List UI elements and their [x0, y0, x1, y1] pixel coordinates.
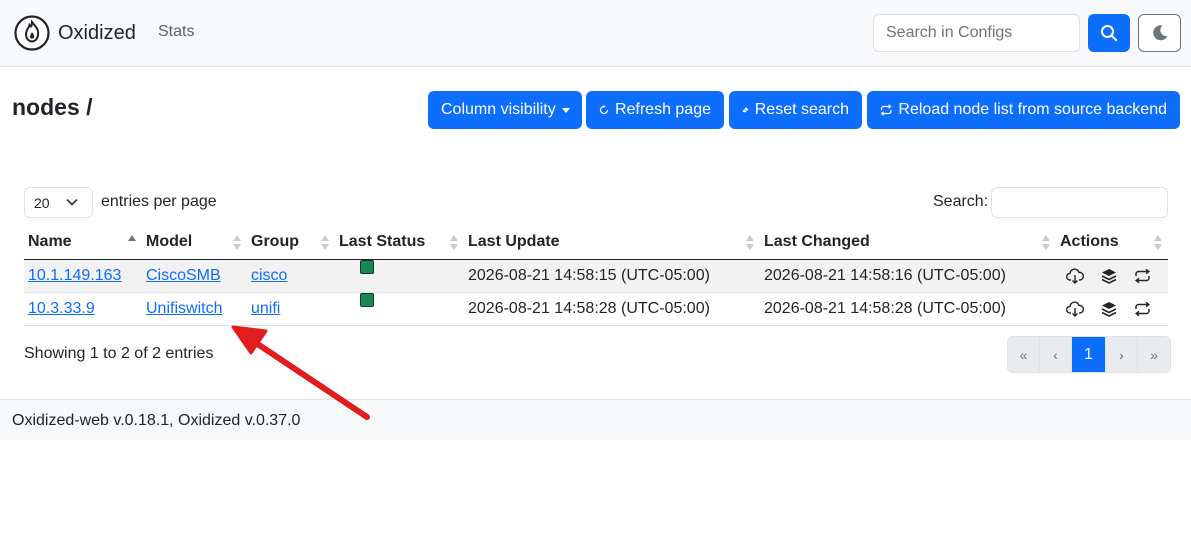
column-header-name[interactable]: Name — [24, 226, 142, 260]
last-update-cell: 2026-08-21 14:58:15 (UTC-05:00) — [464, 259, 760, 293]
page-title: nodes / — [12, 94, 93, 120]
reset-search-label: Reset search — [754, 101, 849, 118]
refresh-page-button[interactable]: Refresh page — [586, 91, 724, 129]
table-search-input[interactable] — [991, 187, 1168, 218]
node-model-link[interactable]: CiscoSMB — [146, 267, 221, 284]
nav-link-stats[interactable]: Stats — [158, 23, 194, 41]
row-actions — [1060, 300, 1164, 317]
table-header-row: Name Model Group Last Status Last Update… — [24, 226, 1168, 260]
config-search-input[interactable] — [873, 14, 1080, 52]
column-visibility-label: Column visibility — [441, 101, 556, 118]
refresh-icon — [599, 105, 609, 115]
pagination: « ‹ 1 › » — [1007, 336, 1171, 373]
column-header-last-update[interactable]: Last Update — [464, 226, 760, 260]
brand[interactable]: Oxidized — [14, 15, 136, 51]
pagination-prev[interactable]: ‹ — [1040, 337, 1072, 372]
nodes-table: Name Model Group Last Status Last Update… — [24, 226, 1168, 326]
status-success-indicator — [360, 260, 374, 274]
node-name-link[interactable]: 10.1.149.163 — [28, 267, 121, 284]
cloud-download-icon[interactable] — [1066, 267, 1084, 284]
sort-icon — [1154, 235, 1162, 251]
eraser-icon — [742, 107, 749, 113]
reset-search-button[interactable]: Reset search — [729, 91, 862, 129]
entries-per-page-value: 20 — [34, 194, 50, 211]
column-header-label: Actions — [1060, 233, 1119, 251]
cloud-download-icon[interactable] — [1066, 300, 1084, 317]
node-model-link[interactable]: Unifiswitch — [146, 300, 222, 317]
layers-icon[interactable] — [1101, 301, 1117, 317]
sort-icon — [746, 235, 754, 251]
footer-version-text: Oxidized-web v.0.18.1, Oxidized v.0.37.0 — [12, 412, 301, 429]
sort-icon — [321, 235, 329, 251]
column-header-label: Last Changed — [764, 233, 870, 251]
column-header-label: Name — [28, 233, 72, 251]
column-header-actions[interactable]: Actions — [1056, 226, 1168, 260]
pagination-last[interactable]: » — [1138, 337, 1170, 372]
sort-icon — [233, 235, 241, 251]
pagination-first[interactable]: « — [1008, 337, 1040, 372]
navbar: Oxidized Stats — [0, 0, 1191, 67]
layers-icon[interactable] — [1101, 268, 1117, 284]
node-name-link[interactable]: 10.3.33.9 — [28, 300, 95, 317]
sort-icon — [1042, 235, 1050, 251]
chevron-down-icon — [66, 198, 78, 206]
pagination-page-1[interactable]: 1 — [1072, 337, 1106, 372]
reload-node-list-button[interactable]: Reload node list from source backend — [867, 91, 1180, 129]
oxidized-logo-icon — [14, 15, 50, 51]
node-group-link[interactable]: cisco — [251, 267, 287, 284]
column-header-group[interactable]: Group — [247, 226, 335, 260]
column-header-label: Model — [146, 233, 193, 251]
table-info: Showing 1 to 2 of 2 entries — [24, 345, 214, 362]
reload-arrows-icon — [880, 104, 892, 116]
column-visibility-button[interactable]: Column visibility — [428, 91, 582, 129]
sort-asc-icon — [128, 235, 136, 251]
search-icon — [1101, 25, 1118, 42]
caret-down-icon — [561, 107, 570, 113]
reload-node-list-label: Reload node list from source backend — [898, 101, 1167, 118]
moon-icon — [1152, 25, 1167, 41]
column-header-last-changed[interactable]: Last Changed — [760, 226, 1056, 260]
column-header-label: Last Status — [339, 233, 426, 251]
column-header-label: Last Update — [468, 233, 560, 251]
last-update-cell: 2026-08-21 14:58:28 (UTC-05:00) — [464, 292, 760, 326]
footer: Oxidized-web v.0.18.1, Oxidized v.0.37.0 — [0, 399, 1191, 440]
theme-toggle-button[interactable] — [1138, 14, 1181, 52]
column-header-label: Group — [251, 233, 299, 251]
pagination-next[interactable]: › — [1106, 337, 1138, 372]
last-changed-cell: 2026-08-21 14:58:28 (UTC-05:00) — [760, 292, 1056, 326]
row-actions — [1060, 267, 1164, 284]
table-row: 10.1.149.163 CiscoSMB cisco 2026-08-21 1… — [24, 259, 1168, 293]
last-changed-cell: 2026-08-21 14:58:16 (UTC-05:00) — [760, 259, 1056, 293]
table-row: 10.3.33.9 Unifiswitch unifi 2026-08-21 1… — [24, 292, 1168, 326]
brand-name: Oxidized — [58, 21, 136, 44]
repeat-icon[interactable] — [1134, 268, 1151, 283]
config-search-button[interactable] — [1088, 14, 1130, 52]
refresh-page-label: Refresh page — [614, 101, 711, 118]
sort-icon — [450, 235, 458, 251]
entries-per-page-label: entries per page — [101, 193, 217, 210]
repeat-icon[interactable] — [1134, 301, 1151, 316]
node-group-link[interactable]: unifi — [251, 300, 280, 317]
table-search-label: Search: — [933, 193, 989, 210]
entries-per-page-select[interactable]: 20 — [24, 187, 93, 218]
status-success-indicator — [360, 293, 374, 307]
column-header-last-status[interactable]: Last Status — [335, 226, 464, 260]
column-header-model[interactable]: Model — [142, 226, 247, 260]
